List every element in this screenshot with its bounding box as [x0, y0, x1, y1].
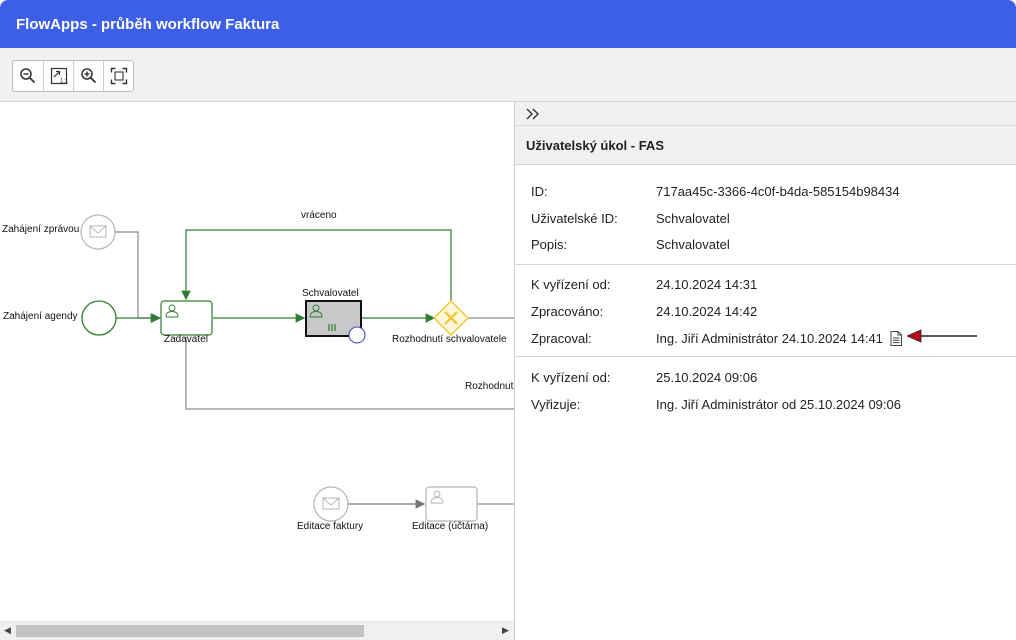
fit-page-icon	[110, 67, 127, 85]
label-schvalovatel: Schvalovatel	[302, 288, 359, 299]
scroll-right-icon[interactable]: ▶	[502, 625, 509, 636]
task-edit-accountant[interactable]	[425, 486, 478, 522]
toolbar: 1:1	[0, 48, 1016, 102]
horizontal-scrollbar[interactable]: ◀ ▶	[0, 621, 514, 640]
detail-panel: Uživatelský úkol - FAS ID: 717aa45c-3366…	[514, 102, 1016, 640]
pointer-arrow-icon	[907, 329, 977, 343]
flow-decision-return	[185, 337, 514, 410]
flow-message-start-to-zadavatel	[115, 231, 162, 323]
info-value: 25.10.2024 09:06	[656, 370, 758, 385]
boundary-event[interactable]	[348, 326, 366, 344]
scrollbar-thumb[interactable]	[16, 625, 364, 637]
pending-instance-section: K vyřízení od: 25.10.2024 09:06 Vyřizuje…	[515, 356, 1016, 437]
svg-text:1:1: 1:1	[60, 79, 68, 85]
info-row-processed: Zpracováno: 24.10.2024 14:42	[515, 304, 1016, 324]
info-row-handled-by: Vyřizuje: Ing. Jiří Administrátor od 25.…	[515, 397, 1016, 417]
info-value: Schvalovatel	[656, 211, 730, 226]
fit-page-button[interactable]	[103, 61, 133, 91]
message-start-event[interactable]	[80, 214, 116, 250]
zoom-out-button[interactable]	[13, 61, 43, 91]
info-value: Schvalovatel	[656, 237, 730, 252]
info-label: K vyřízení od:	[531, 370, 611, 385]
task-zadavatel[interactable]	[160, 300, 213, 336]
panel-title: Uživatelský úkol - FAS	[515, 126, 1016, 165]
info-value-with-doc: Ing. Jiří Administrátor 24.10.2024 14:41	[656, 331, 902, 346]
info-row-due-from: K vyřízení od: 25.10.2024 09:06	[515, 370, 1016, 390]
zoom-out-icon	[20, 68, 36, 84]
info-label: Vyřizuje:	[531, 397, 581, 412]
info-row-user-id: Uživatelské ID: Schvalovatel	[515, 211, 1016, 231]
workflow-canvas[interactable]: Zahájení zprávou Zahájení agendy vráceno…	[0, 102, 514, 640]
zoom-in-button[interactable]	[73, 61, 103, 91]
info-label: ID:	[531, 184, 548, 199]
zoom-toolbar-group: 1:1	[12, 60, 134, 92]
info-value: Ing. Jiří Administrátor od 25.10.2024 09…	[656, 397, 901, 412]
exclusive-gateway[interactable]	[433, 300, 469, 336]
info-label: Uživatelské ID:	[531, 211, 618, 226]
window-title: FlowApps - průběh workflow Faktura	[0, 0, 1016, 48]
zoom-in-icon	[80, 68, 96, 84]
label-edit-accountant: Editace (účtárna)	[412, 521, 489, 532]
info-row-due-from: K vyřízení od: 24.10.2024 14:31	[515, 277, 1016, 297]
document-icon[interactable]	[890, 331, 902, 346]
label-gateway: Rozhodnutí schvalovatele	[392, 334, 507, 345]
double-chevron-right-icon[interactable]	[525, 107, 541, 121]
scroll-left-icon[interactable]: ◀	[4, 625, 11, 636]
info-label: Zpracováno:	[531, 304, 604, 319]
info-label: Popis:	[531, 237, 568, 252]
info-label: K vyřízení od:	[531, 277, 611, 292]
edit-invoice-message-event[interactable]	[313, 486, 349, 522]
info-row-id: ID: 717aa45c-3366-4c0f-b4da-585154b98434	[515, 184, 1016, 204]
zoom-fit-icon: 1:1	[50, 67, 68, 85]
panel-collapse-bar	[515, 102, 1016, 126]
info-value: 717aa45c-3366-4c0f-b4da-585154b98434	[656, 184, 900, 199]
workflow-diagram	[80, 214, 514, 522]
info-value: 24.10.2024 14:42	[656, 304, 758, 319]
task-info-section: ID: 717aa45c-3366-4c0f-b4da-585154b98434…	[515, 165, 1016, 265]
info-value: 24.10.2024 14:31	[656, 277, 758, 292]
info-row-description: Popis: Schvalovatel	[515, 237, 1016, 257]
label-decision: Rozhodnut	[465, 381, 514, 392]
label-start-message: Zahájení zprávou	[2, 224, 80, 235]
info-value: Ing. Jiří Administrátor 24.10.2024 14:41	[656, 331, 883, 346]
zoom-fit-button[interactable]: 1:1	[43, 61, 73, 91]
completed-instance-section: K vyřízení od: 24.10.2024 14:31 Zpracová…	[515, 264, 1016, 358]
label-start-agenda: Zahájení agendy	[3, 311, 78, 322]
label-edit-invoice: Editace faktury	[297, 521, 364, 532]
start-event[interactable]	[81, 300, 117, 336]
label-returned: vráceno	[301, 210, 337, 221]
info-label: Zpracoval:	[531, 331, 592, 346]
label-zadavatel: Zadavatel	[164, 334, 208, 345]
